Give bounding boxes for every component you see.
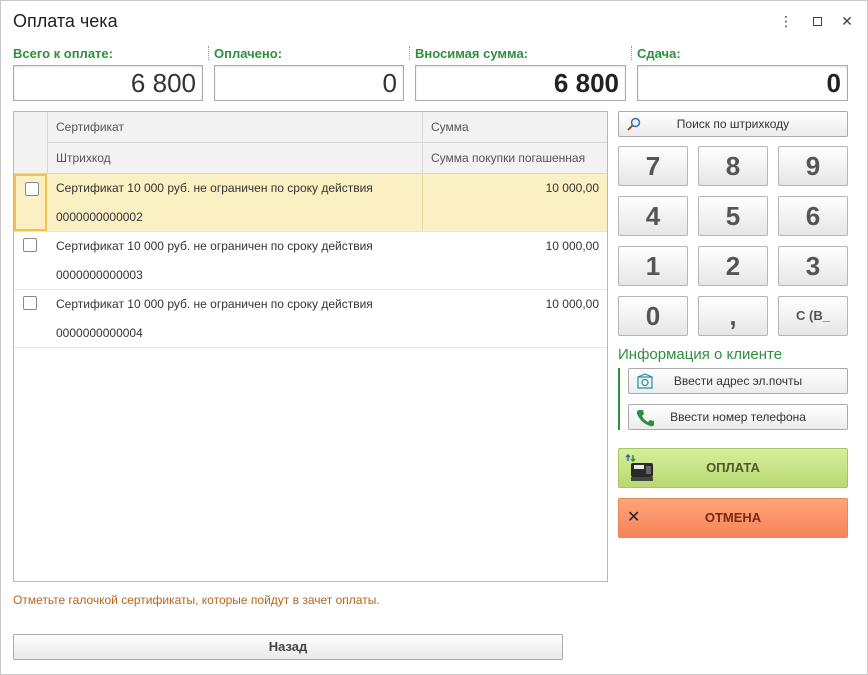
key-2[interactable]: 2 — [698, 246, 768, 286]
total-label: Всего к оплате: — [13, 46, 113, 61]
change-label: Сдача: — [637, 46, 681, 61]
title-bar: Оплата чека ⋮ ✕ — [1, 1, 867, 41]
pay-label: ОПЛАТА — [706, 460, 760, 475]
checkbox-cell — [14, 232, 47, 289]
separator — [409, 46, 410, 60]
cancel-button[interactable]: ✕ ОТМЕНА — [618, 498, 848, 538]
table-row[interactable]: Сертификат 10 000 руб. не ограничен по с… — [14, 174, 607, 232]
deposit-label: Вносимая сумма: — [415, 46, 529, 61]
change-field: 0 — [637, 65, 848, 101]
certificate-amount: 10 000,00 — [545, 239, 599, 253]
total-field: 6 800 — [13, 65, 203, 101]
row-checkbox[interactable] — [23, 296, 37, 310]
maximize-icon[interactable] — [807, 11, 827, 31]
key-7[interactable]: 7 — [618, 146, 688, 186]
certificate-barcode: 0000000000003 — [56, 268, 143, 282]
row-checkbox[interactable] — [25, 182, 39, 196]
client-info-bar — [618, 368, 620, 430]
row-checkbox[interactable] — [23, 238, 37, 252]
payment-window: Оплата чека ⋮ ✕ Всего к оплате: Оплачено… — [0, 0, 868, 675]
separator — [631, 46, 632, 60]
certificates-table: Сертификат Сумма Штрихкод Сумма покупки … — [13, 111, 608, 582]
window-title: Оплата чека — [13, 11, 118, 31]
search-barcode-button[interactable]: Поиск по штрихкоду — [618, 111, 848, 137]
phone-icon — [636, 410, 654, 427]
certificate-name: Сертификат 10 000 руб. не ограничен по с… — [56, 181, 373, 195]
more-options-icon[interactable]: ⋮ — [776, 11, 796, 31]
checkbox-cell — [14, 290, 47, 347]
key-0[interactable]: 0 — [618, 296, 688, 336]
enter-email-label: Ввести адрес эл.почты — [673, 374, 803, 388]
key-9[interactable]: 9 — [778, 146, 848, 186]
header-certificate[interactable]: Сертификат — [47, 112, 422, 143]
key-8[interactable]: 8 — [698, 146, 768, 186]
cash-register-icon — [625, 453, 653, 481]
key-5[interactable]: 5 — [698, 196, 768, 236]
header-purchase-amount[interactable]: Сумма покупки погашенная — [422, 143, 607, 174]
table-row[interactable]: Сертификат 10 000 руб. не ограничен по с… — [14, 232, 607, 290]
checkbox-cell — [14, 174, 47, 231]
header-row-1: Сертификат Сумма — [47, 112, 607, 143]
certificate-amount: 10 000,00 — [545, 181, 599, 195]
certificate-barcode: 0000000000004 — [56, 326, 143, 340]
certificate-amount: 10 000,00 — [545, 297, 599, 311]
key-4[interactable]: 4 — [618, 196, 688, 236]
paid-label: Оплачено: — [214, 46, 283, 61]
enter-email-button[interactable]: Ввести адрес эл.почты — [628, 368, 848, 394]
header-checkbox-column — [14, 112, 47, 174]
deposit-field[interactable]: 6 800 — [415, 65, 626, 101]
key-comma[interactable]: , — [698, 296, 768, 336]
cross-icon: ✕ — [627, 509, 641, 526]
header-row-2: Штрихкод Сумма покупки погашенная — [47, 143, 607, 174]
header-amount[interactable]: Сумма — [422, 112, 607, 143]
back-button[interactable]: Назад — [13, 634, 563, 660]
pay-button[interactable]: ОПЛАТА — [618, 448, 848, 488]
hint-text: Отметьте галочкой сертификаты, которые п… — [13, 593, 380, 607]
close-icon[interactable]: ✕ — [837, 11, 857, 31]
search-barcode-label: Поиск по штрихкоду — [676, 117, 790, 131]
table-row[interactable]: Сертификат 10 000 руб. не ограничен по с… — [14, 290, 607, 348]
paid-field: 0 — [214, 65, 404, 101]
magnifier-icon — [627, 117, 641, 131]
cancel-label: ОТМЕНА — [704, 510, 762, 525]
key-3[interactable]: 3 — [778, 246, 848, 286]
enter-phone-label: Ввести номер телефона — [670, 410, 806, 424]
header-barcode[interactable]: Штрихкод — [47, 143, 422, 174]
separator — [208, 46, 209, 60]
client-info-title: Информация о клиенте — [618, 346, 783, 363]
certificate-name: Сертификат 10 000 руб. не ограничен по с… — [56, 297, 373, 311]
key-1[interactable]: 1 — [618, 246, 688, 286]
enter-phone-button[interactable]: Ввести номер телефона — [628, 404, 848, 430]
certificate-name: Сертификат 10 000 руб. не ограничен по с… — [56, 239, 373, 253]
certificate-barcode: 0000000000002 — [56, 210, 143, 224]
key-clear[interactable]: C (B_ — [778, 296, 848, 336]
email-icon — [637, 373, 653, 389]
key-6[interactable]: 6 — [778, 196, 848, 236]
